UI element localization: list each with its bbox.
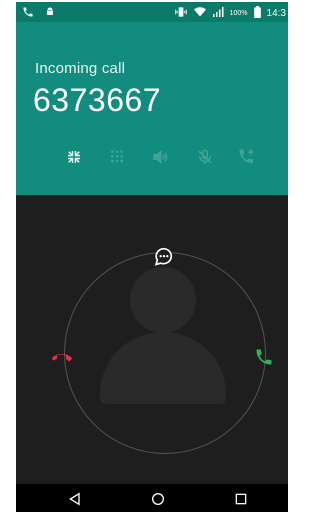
answer-call-icon[interactable] [252,345,276,369]
speaker-icon[interactable] [149,146,171,168]
navigation-bar [16,484,288,512]
wifi-icon [193,5,206,23]
back-icon[interactable] [64,488,86,510]
home-icon[interactable] [147,488,169,510]
decline-call-icon[interactable] [50,345,74,369]
signal-icon [212,5,224,23]
android-icon [44,5,56,23]
vibrate-icon [174,5,188,23]
battery-icon [253,5,261,23]
phone-icon [22,5,34,23]
collapse-icon[interactable] [63,146,85,168]
dialpad-icon[interactable] [106,146,128,168]
recents-icon[interactable] [230,488,252,510]
battery-percent: 100% [229,10,248,17]
call-header: Incoming call 6373667 [16,22,288,195]
caller-number: 6373667 [33,82,162,118]
avatar [130,267,196,333]
message-icon[interactable] [153,246,175,268]
add-call-icon[interactable] [236,146,258,168]
incoming-call-screen: 100% 14:3 Incoming call 6373667 [16,2,288,512]
status-bar: 100% 14:3 [16,2,288,22]
call-status-label: Incoming call [35,60,126,77]
mute-icon[interactable] [194,146,216,168]
in-call-controls [56,146,266,174]
clock: 14:3 [266,8,286,19]
